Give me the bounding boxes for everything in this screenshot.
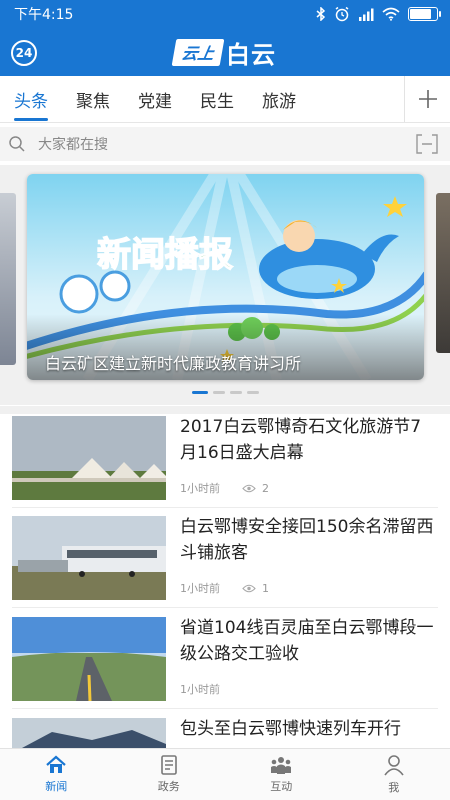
weather-badge[interactable]: 24 [11, 40, 37, 66]
news-title: 省道104线百灵庙至白云鄂博段一级公路交工验收 [180, 618, 434, 664]
bottom-nav: 新闻 政务 互动 我 [0, 748, 450, 800]
eye-icon [242, 484, 256, 492]
list-divider [12, 607, 438, 608]
news-meta: 1小时前 2 [180, 480, 269, 496]
eye-icon [242, 584, 256, 592]
nav-news-label: 新闻 [45, 780, 68, 793]
logo-text: 白云 [226, 40, 276, 69]
home-icon [46, 755, 66, 773]
plus-icon [418, 90, 437, 108]
news-title: 2017白云鄂博奇石文化旅游节7月16日盛大启幕 [180, 417, 422, 463]
carousel-dot[interactable] [212, 391, 225, 394]
list-divider [12, 708, 438, 709]
banner-carousel[interactable]: 新闻播报 白云矿区建立新时代廉政教育讲习所 [0, 165, 450, 405]
logo-badge: 云上 [171, 38, 225, 66]
news-title: 白云鄂博安全接回150余名滞留西斗铺旅客 [180, 517, 434, 563]
alarm-icon [334, 6, 350, 22]
view-count: 1 [242, 580, 269, 596]
news-item[interactable]: 2017白云鄂博奇石文化旅游节7月16日盛大启幕 1小时前 2 [12, 416, 438, 500]
people-icon [271, 757, 292, 774]
tab-headlines[interactable]: 头条 [0, 76, 62, 123]
banner-caption: 白云矿区建立新时代廉政教育讲习所 [45, 354, 302, 373]
news-time: 1小时前 [180, 582, 220, 595]
banner-slide[interactable]: 新闻播报 白云矿区建立新时代廉政教育讲习所 [27, 174, 424, 380]
carousel-indicator [0, 391, 450, 394]
search-bar[interactable]: 大家都在搜 [0, 127, 450, 161]
battery-level [410, 9, 431, 19]
status-icons [316, 6, 441, 22]
nav-me[interactable]: 我 [338, 749, 450, 800]
news-item[interactable]: 省道104线百灵庙至白云鄂博段一级公路交工验收 1小时前 [12, 617, 438, 701]
wifi-icon [382, 7, 400, 21]
nav-interact[interactable]: 互动 [225, 749, 338, 800]
document-icon [160, 755, 177, 775]
tab-travel[interactable]: 旅游 [248, 76, 310, 123]
bluetooth-icon [316, 7, 326, 21]
news-meta: 1小时前 1 [180, 580, 269, 596]
header-bar: 24 云上 白云 [0, 28, 450, 76]
tab-party[interactable]: 党建 [124, 76, 186, 123]
add-tab-button[interactable] [404, 76, 450, 122]
search-icon [8, 135, 26, 153]
search-input[interactable]: 大家都在搜 [38, 134, 416, 154]
news-time: 1小时前 [180, 482, 220, 495]
news-thumbnail [12, 516, 166, 600]
news-title: 包头至白云鄂博快速列车开行 [180, 719, 401, 739]
banner-title: 新闻播报 [97, 235, 233, 275]
signal-icon [358, 8, 374, 21]
carousel-dot[interactable] [229, 391, 242, 394]
news-thumbnail [12, 416, 166, 500]
section-separator [0, 406, 450, 414]
list-divider [12, 507, 438, 508]
status-bar: 下午4:15 [0, 0, 450, 28]
news-item[interactable]: 白云鄂博安全接回150余名滞留西斗铺旅客 1小时前 1 [12, 516, 438, 600]
view-count-value: 1 [262, 581, 269, 595]
nav-news[interactable]: 新闻 [0, 749, 113, 800]
prev-slide-peek[interactable] [0, 193, 16, 365]
battery-icon [408, 7, 441, 21]
next-slide-peek[interactable] [436, 193, 450, 353]
tab-livelihood[interactable]: 民生 [186, 76, 248, 123]
news-item[interactable]: 包头至白云鄂博快速列车开行 [12, 718, 438, 748]
status-time: 下午4:15 [14, 7, 74, 23]
nav-government-label: 政务 [157, 780, 180, 793]
app-logo: 云上 白云 [171, 35, 276, 70]
scan-icon[interactable] [416, 134, 438, 154]
nav-government[interactable]: 政务 [113, 749, 226, 800]
news-time: 1小时前 [180, 683, 220, 696]
view-count-value: 2 [262, 481, 269, 495]
category-tabs: 头条 聚焦 党建 民生 旅游 [0, 76, 450, 123]
user-icon [384, 755, 404, 776]
news-meta: 1小时前 [180, 681, 220, 697]
nav-interact-label: 互动 [270, 780, 293, 793]
app-header-area: 下午4:15 24 云上 白云 [0, 0, 450, 76]
tab-focus[interactable]: 聚焦 [62, 76, 124, 123]
news-thumbnail [12, 617, 166, 701]
carousel-dot[interactable] [246, 391, 259, 394]
carousel-dot[interactable] [191, 391, 208, 394]
nav-me-label: 我 [388, 781, 400, 794]
news-thumbnail [12, 718, 166, 748]
view-count: 2 [242, 480, 269, 496]
